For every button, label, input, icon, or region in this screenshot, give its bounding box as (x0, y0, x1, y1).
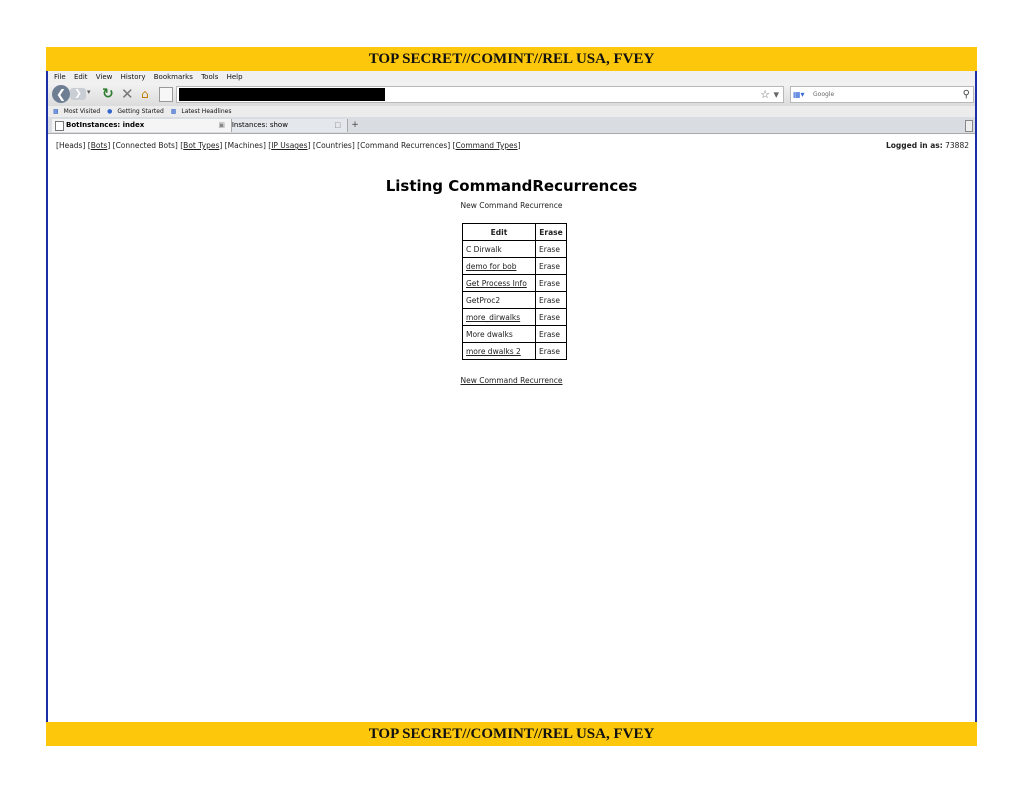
table-row: more_dirwalks Erase (462, 308, 567, 326)
erase-link[interactable]: Erase (535, 291, 567, 309)
most-visited-icon: ▩ (53, 108, 59, 115)
erase-link[interactable]: Erase (535, 274, 567, 292)
menu-edit[interactable]: Edit (74, 71, 88, 83)
erase-link[interactable]: Erase (535, 342, 567, 360)
page-title: Listing CommandRecurrences (385, 177, 638, 195)
recurrence-name-link[interactable]: demo for bob (462, 257, 536, 275)
top-navigation: [Heads] [Bots] [Connected Bots] [Bot Typ… (56, 141, 521, 150)
menu-help[interactable]: Help (227, 71, 243, 83)
logged-in-label: Logged in as: (885, 141, 943, 150)
menu-view[interactable]: View (96, 71, 113, 83)
tab-botinstances-index[interactable]: BotInstances: index ▣ (52, 119, 232, 132)
menu-bookmarks[interactable]: Bookmarks (154, 71, 193, 83)
page-icon (55, 121, 64, 131)
nav-heads[interactable]: Heads (59, 141, 83, 150)
erase-link[interactable]: Erase (535, 325, 567, 343)
new-tab-button[interactable]: + (349, 119, 361, 132)
bookmarks-toolbar: ▩ Most Visited ● Getting Started ▩ Latest H… (48, 106, 975, 117)
search-engine-icon[interactable]: ▦▾ (793, 87, 805, 102)
stop-icon[interactable]: ✕ (121, 85, 134, 103)
recurrence-name-link[interactable]: Get Process Info (462, 274, 536, 292)
logged-in-status: Logged in as: 73882 (886, 141, 969, 150)
redacted-url (179, 88, 385, 101)
menu-history[interactable]: History (121, 71, 146, 83)
recurrence-name-link[interactable]: GetProc2 (462, 291, 536, 309)
bookmark-most-visited[interactable]: Most Visited (64, 106, 101, 117)
forward-arrow-icon[interactable]: ❯ (70, 88, 86, 100)
erase-link[interactable]: Erase (535, 308, 567, 326)
bookmark-star-icon[interactable]: ☆ ▾ (760, 87, 779, 102)
menu-tools[interactable]: Tools (201, 71, 218, 83)
recurrence-name-link[interactable]: C Dirwalk (462, 240, 536, 258)
close-tab-icon[interactable]: ▣ (218, 119, 225, 132)
table-row: More dwalks Erase (462, 325, 567, 343)
table-row: GetProc2 Erase (462, 291, 567, 309)
bookmark-latest-headlines[interactable]: Latest Headlines (181, 106, 231, 117)
history-dropdown-icon[interactable]: ▾ (87, 88, 91, 96)
classification-banner-bottom: TOP SECRET//COMINT//REL USA, FVEY (46, 722, 977, 746)
new-command-recurrence-link-top[interactable]: New Command Recurrence (48, 201, 975, 210)
new-command-recurrence-link-bottom[interactable]: New Command Recurrence (48, 376, 975, 385)
bookmark-getting-started[interactable]: Getting Started (117, 106, 163, 117)
rss-feed-icon: ▩ (170, 108, 177, 115)
table-row: C Dirwalk Erase (462, 240, 567, 258)
nav-countries[interactable]: Countries (316, 141, 352, 150)
classification-banner-top: TOP SECRET//COMINT//REL USA, FVEY (46, 47, 977, 71)
search-placeholder: Google (813, 91, 835, 98)
table-row: more dwalks 2 Erase (462, 342, 567, 360)
nav-machines[interactable]: Machines (228, 141, 263, 150)
back-arrow-icon[interactable]: ❮ (52, 85, 70, 103)
nav-connected-bots[interactable]: Connected Bots (116, 141, 175, 150)
browser-window: File Edit View History Bookmarks Tools H… (46, 71, 977, 722)
tab-list-icon[interactable] (965, 120, 973, 132)
search-box[interactable]: ▦▾ Google ⚲ (790, 86, 974, 103)
tab-label: BotInstances: index (66, 121, 145, 129)
logged-in-user: 73882 (945, 141, 969, 150)
nav-command-recurrences[interactable]: Command Recurrences (360, 141, 447, 150)
reload-icon[interactable]: ↻ (102, 86, 114, 102)
nav-bots[interactable]: Bots (91, 141, 108, 150)
column-header-edit: Edit (462, 223, 536, 241)
web-page: [Heads] [Bots] [Connected Bots] [Bot Typ… (48, 134, 975, 722)
erase-link[interactable]: Erase (535, 257, 567, 275)
command-recurrences-table: Edit Erase C Dirwalk Erase demo for bob … (462, 223, 567, 360)
recurrence-name-link[interactable]: More dwalks (462, 325, 536, 343)
recurrence-name-link[interactable]: more dwalks 2 (462, 342, 536, 360)
nav-ip-usages[interactable]: IP Usages (271, 141, 307, 150)
table-row: demo for bob Erase (462, 257, 567, 275)
getting-started-icon: ● (107, 108, 113, 115)
navigation-toolbar: ❮ ❯ ▾ ↻ ✕ ⌂ ☆ ▾ ▦▾ Google ⚲ (48, 83, 975, 106)
address-bar[interactable]: ☆ ▾ (176, 86, 784, 103)
home-icon[interactable]: ⌂ (141, 87, 149, 101)
page-icon (159, 87, 173, 102)
tab-strip: BotInstances: show □ BotInstances: index… (48, 117, 975, 134)
menu-bar: File Edit View History Bookmarks Tools H… (48, 71, 975, 83)
table-header-row: Edit Erase (462, 223, 567, 241)
nav-command-types[interactable]: Command Types (456, 141, 518, 150)
menu-file[interactable]: File (54, 71, 66, 83)
magnifier-icon[interactable]: ⚲ (963, 87, 970, 102)
column-header-erase: Erase (535, 223, 567, 241)
close-tab-icon[interactable]: □ (334, 119, 341, 132)
recurrence-name-link[interactable]: more_dirwalks (462, 308, 536, 326)
nav-bot-types[interactable]: Bot Types (183, 141, 219, 150)
table-row: Get Process Info Erase (462, 274, 567, 292)
erase-link[interactable]: Erase (535, 240, 567, 258)
